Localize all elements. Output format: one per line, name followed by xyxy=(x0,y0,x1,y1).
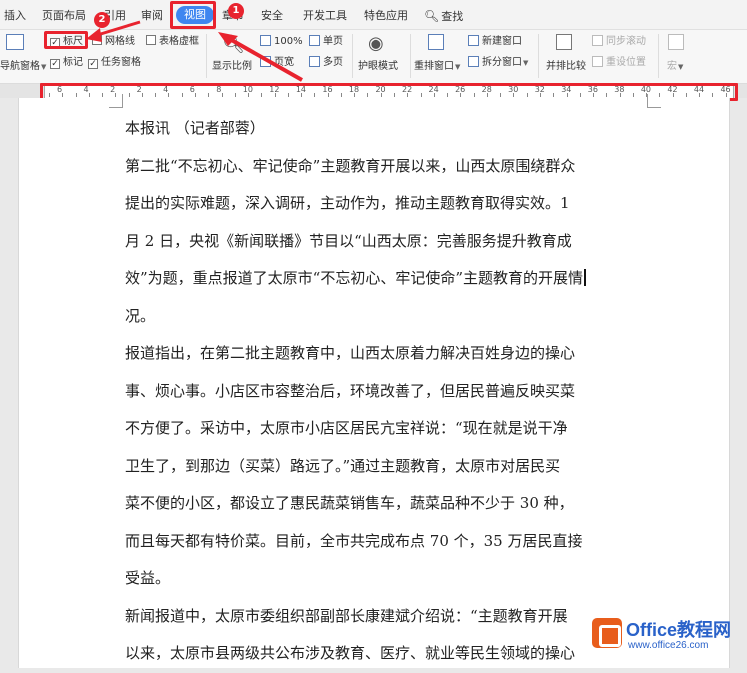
page-width-icon xyxy=(260,56,271,67)
body-line: 受益。 xyxy=(125,569,171,587)
nav-pane-label: 导航窗格 xyxy=(0,61,40,72)
rearrange-window-button[interactable]: 重排窗口▼ xyxy=(414,60,460,74)
task-pane-check-icon: ✓ xyxy=(88,59,98,69)
callout-badge-2: 2 xyxy=(94,12,110,28)
macro-label: 宏 xyxy=(667,61,677,72)
reset-position-label: 重设位置 xyxy=(606,57,646,68)
split-window-icon xyxy=(468,56,479,67)
body-line: 卫生了，到那边（买菜）路远了。”通过主题教育，太原市对居民买 xyxy=(125,456,561,475)
text-cursor xyxy=(584,269,587,286)
sync-scroll-icon xyxy=(592,35,603,46)
office-logo-icon xyxy=(592,618,622,648)
tab-find-label: 查找 xyxy=(441,10,464,23)
body-line: 不方便了。采访中，太原市小店区居民亢宝祥说：“现在就是说干净 xyxy=(125,419,568,437)
ribbon-divider xyxy=(538,34,539,78)
body-line: 况。 xyxy=(125,306,156,325)
ribbon-divider xyxy=(206,34,207,78)
ribbon-divider xyxy=(658,34,659,78)
side-by-side-icon[interactable] xyxy=(556,34,572,50)
search-icon: 🔍︎ xyxy=(424,9,440,23)
watermark: Office教程网 www.office26.com xyxy=(592,618,742,658)
body-line: 而且每天都有特价菜。目前，全市共完成布点 70 个，35 万居民直接 xyxy=(125,531,583,550)
tab-page-layout[interactable]: 页面布局 xyxy=(42,7,86,25)
single-page-label: 单页 xyxy=(323,36,343,47)
markup-checkbox[interactable]: ✓ 标记 xyxy=(50,56,83,70)
zoom-100-button[interactable]: 100% xyxy=(260,35,303,49)
rearrange-label: 重排窗口 xyxy=(414,61,454,72)
task-pane-label: 任务窗格 xyxy=(101,57,141,68)
view-tab-highlight-box xyxy=(170,1,216,29)
gridlines-checkbox[interactable]: 网格线 xyxy=(92,35,135,49)
ribbon-tab-bar: 插入 页面布局 引用 审阅 视图 章节 安全 开发工具 特色应用 🔍︎查找 xyxy=(0,0,747,30)
page-width-button[interactable]: 页宽 xyxy=(260,56,294,70)
body-line: 第二批“不忘初心、牢记使命”主题教育开展以来，山西太原围绕群众 xyxy=(125,156,576,175)
tab-developer[interactable]: 开发工具 xyxy=(303,7,347,25)
new-window-label: 新建窗口 xyxy=(482,36,522,47)
sync-scroll-button[interactable]: 同步滚动 xyxy=(592,35,646,49)
markup-check-icon: ✓ xyxy=(50,59,60,69)
rearrange-window-icon[interactable] xyxy=(428,34,444,50)
margin-corner-mark xyxy=(647,94,661,108)
split-window-label: 拆分窗口 xyxy=(482,57,522,68)
ribbon-divider xyxy=(352,34,353,78)
reset-position-button[interactable]: 重设位置 xyxy=(592,56,646,70)
new-window-button[interactable]: 新建窗口 xyxy=(468,35,522,49)
watermark-url: www.office26.com xyxy=(628,640,709,651)
tab-special-apps[interactable]: 特色应用 xyxy=(364,7,408,25)
table-borders-box xyxy=(146,35,156,45)
ruler-checkbox-highlight-box xyxy=(44,31,88,49)
body-line: 菜不便的小区，都设立了惠民蔬菜销售车，蔬菜品种不少于 30 种， xyxy=(125,494,574,512)
tab-insert[interactable]: 插入 xyxy=(4,7,26,25)
margin-corner-mark xyxy=(109,94,123,108)
nav-pane-button[interactable]: 导航窗格▼ xyxy=(0,60,46,74)
macro-icon[interactable] xyxy=(668,34,684,50)
watermark-title: Office教程网 xyxy=(626,620,732,640)
tab-review[interactable]: 审阅 xyxy=(141,7,163,25)
tab-find[interactable]: 🔍︎ 查找 xyxy=(424,7,463,25)
nav-pane-icon[interactable] xyxy=(6,34,24,50)
body-line: 新闻报道中，太原市委组织部副部长康建斌介绍说：“主题教育开展 xyxy=(125,606,568,625)
body-line: 提出的实际难题，深入调研，主动作为，推动主题教育取得实效。1 xyxy=(125,194,570,212)
multi-page-label: 多页 xyxy=(323,57,343,68)
view-ribbon: 导航窗格▼ ✓ 标尺 网格线 表格虚框 ✓ 标记 ✓ 任务窗格 🔍︎ 显示比例 100… xyxy=(0,30,747,84)
body-line-with-cursor: 效”为题，重点报道了太原市“不忘初心、牢记使命”主题教育的开展情 xyxy=(125,260,645,298)
tab-security[interactable]: 安全 xyxy=(261,7,283,25)
page-width-label: 页宽 xyxy=(274,57,294,68)
table-borders-label: 表格虚框 xyxy=(159,36,199,47)
new-window-icon xyxy=(468,35,479,46)
body-line: 报道指出，在第二批主题教育中，山西太原着力解决百姓身边的操心 xyxy=(125,344,576,362)
task-pane-checkbox[interactable]: ✓ 任务窗格 xyxy=(88,56,141,70)
macro-button[interactable]: 宏▼ xyxy=(667,60,683,74)
zoom-magnifier-icon[interactable]: 🔍︎ xyxy=(222,34,245,55)
sync-scroll-label: 同步滚动 xyxy=(606,36,646,47)
split-window-button[interactable]: 拆分窗口▼ xyxy=(468,56,528,70)
eye-mode-button[interactable]: 护眼模式 xyxy=(358,60,398,74)
side-by-side-button[interactable]: 并排比较 xyxy=(546,60,586,74)
reset-position-icon xyxy=(592,56,603,67)
zoom-100-icon xyxy=(260,35,271,46)
zoom-100-label: 100% xyxy=(274,36,303,47)
document-body[interactable]: 本报讯 （记者部蓉） 第二批“不忘初心、牢记使命”主题教育开展以来，山西太原围绕… xyxy=(125,110,645,673)
gridlines-box xyxy=(92,35,102,45)
single-page-button[interactable]: 单页 xyxy=(309,35,343,49)
ribbon-divider xyxy=(410,34,411,78)
zoom-ratio-button[interactable]: 显示比例 xyxy=(212,60,252,74)
body-line: 月 2 日，央视《新闻联播》节目以“山西太原：完善服务提升教育成 xyxy=(125,231,572,250)
markup-label: 标记 xyxy=(63,57,83,68)
eye-icon[interactable]: ◉ xyxy=(368,33,384,54)
document-page[interactable]: 本报讯 （记者部蓉） 第二批“不忘初心、牢记使命”主题教育开展以来，山西太原围绕… xyxy=(18,94,730,668)
body-line: 以来，太原市县两级共公布涉及教育、医疗、就业等民生领域的操心 xyxy=(125,644,576,662)
table-borders-checkbox[interactable]: 表格虚框 xyxy=(146,35,199,49)
multi-page-icon xyxy=(309,56,320,67)
body-line: 效”为题，重点报道了太原市“不忘初心、牢记使命”主题教育的开展情 xyxy=(125,269,584,287)
body-line: 事、烦心事。小店区市容整治后，环境改善了，但居民普遍反映买菜 xyxy=(125,381,576,400)
single-page-icon xyxy=(309,35,320,46)
gridlines-label: 网格线 xyxy=(105,36,135,47)
callout-badge-1: 1 xyxy=(228,3,244,19)
body-line: 本报讯 （记者部蓉） xyxy=(125,119,265,137)
multi-page-button[interactable]: 多页 xyxy=(309,56,343,70)
